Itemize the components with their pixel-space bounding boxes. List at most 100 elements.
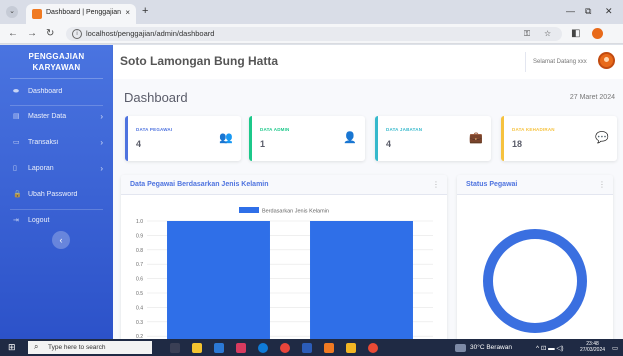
user-cog-icon: 👤 <box>343 132 357 144</box>
browser-tab[interactable]: Dashboard | Penggajian × <box>26 4 136 24</box>
weather-text[interactable]: 30°C Berawan <box>470 344 512 351</box>
address-bar: ← → ↻ i localhost/penggajian/admin/dashb… <box>0 24 623 44</box>
site-info-icon[interactable]: i <box>72 29 82 39</box>
file-explorer-icon[interactable] <box>192 343 202 353</box>
sublime-icon[interactable] <box>346 343 356 353</box>
sidebar-item-transaksi[interactable]: ▭ Transaksi › <box>0 134 113 152</box>
user-greeting[interactable]: Selamat Datang xxx <box>533 59 587 65</box>
bar <box>167 221 270 343</box>
new-tab-button[interactable]: + <box>142 5 148 17</box>
sidepanel-icon[interactable]: ◧ <box>571 27 580 40</box>
taskbar: ⊞ ⌕ Type here to search 30°C Berawan ^ ⊡… <box>0 339 623 356</box>
stat-card-kehadiran[interactable]: DATA KEHADIRAN 18 💬 <box>501 116 617 161</box>
y-tick-label: 0.4 <box>136 305 143 311</box>
tab-search-icon[interactable]: ⌄ <box>6 6 18 18</box>
page-date: 27 Maret 2024 <box>569 94 615 101</box>
chevron-right-icon: › <box>100 164 103 173</box>
users-icon: 👥 <box>219 132 233 144</box>
donut-chart <box>483 229 587 333</box>
windows-start-icon[interactable]: ⊞ <box>8 343 16 352</box>
task-view-icon[interactable] <box>170 343 180 353</box>
briefcase-icon: 💼 <box>469 132 483 144</box>
chevron-right-icon: › <box>100 138 103 147</box>
system-tray-icons[interactable]: ^ ⊡ ▬ ◁) <box>536 344 564 352</box>
y-tick-label: 1.0 <box>136 219 143 225</box>
sidebar-toggle-button[interactable]: ‹ <box>52 231 70 249</box>
main-content: Dashboard 27 Maret 2024 DATA PEGAWAI 4 👥… <box>113 79 623 343</box>
more-options-icon[interactable]: ⋮ <box>598 180 606 189</box>
avatar[interactable] <box>598 52 615 69</box>
sidebar-brand[interactable]: PENGGAJIAN KARYAWAN <box>0 51 113 73</box>
favicon-icon <box>32 9 42 19</box>
taskbar-clock[interactable]: 23:48 27/03/2024 <box>580 341 605 353</box>
legend-label: Berdasarkan Jenis Kelamin <box>262 209 329 215</box>
sidebar-item-laporan[interactable]: ▯ Laporan › <box>0 160 113 178</box>
y-tick-label: 0.3 <box>136 320 143 326</box>
taskbar-search-input[interactable]: ⌕ Type here to search <box>28 341 152 354</box>
sidebar-item-dashboard[interactable]: ⬬ Dashboard <box>0 83 113 101</box>
database-icon: ▤ <box>13 113 20 120</box>
sidebar-item-logout[interactable]: ⇥ Logout <box>0 212 113 230</box>
tab-title: Dashboard | Penggajian <box>46 9 121 16</box>
url-field[interactable]: i localhost/penggajian/admin/dashboard ⚿… <box>66 27 562 41</box>
browser-tab-bar: ⌄ Dashboard | Penggajian × + — ⧉ ✕ <box>0 0 623 24</box>
panel-header: Status Pegawai ⋮ <box>457 175 613 195</box>
chrome-active-icon[interactable] <box>368 343 378 353</box>
divider <box>10 78 103 79</box>
edge-icon[interactable] <box>258 343 268 353</box>
dashboard-icon: ⬬ <box>13 88 19 95</box>
file-icon: ▯ <box>13 165 17 172</box>
bar-panel-title: Data Pegawai Berdasarkan Jenis Kelamin <box>130 181 269 188</box>
chrome-icon[interactable] <box>280 343 290 353</box>
divider <box>10 209 103 210</box>
stat-card-pegawai[interactable]: DATA PEGAWAI 4 👥 <box>125 116 241 161</box>
donut-panel-title: Status Pegawai <box>466 181 518 188</box>
page-title: Dashboard <box>124 90 188 105</box>
divider <box>10 105 103 106</box>
xampp-icon[interactable] <box>324 343 334 353</box>
back-icon[interactable]: ← <box>8 27 18 40</box>
comments-icon: 💬 <box>595 132 609 144</box>
bar-chart: Berdasarkan Jenis Kelamin 1.0 0.9 0.8 0.7 0.6… <box>136 207 433 343</box>
key-icon[interactable]: ⚿ <box>524 29 530 39</box>
notification-icon[interactable]: ▭ <box>612 344 618 352</box>
word-icon[interactable] <box>302 343 312 353</box>
stat-card-jabatan[interactable]: DATA JABATAN 4 💼 <box>375 116 491 161</box>
restore-icon[interactable]: ⧉ <box>585 6 591 17</box>
y-tick-label: 0.8 <box>136 248 143 254</box>
donut-slice <box>483 229 587 333</box>
bar-chart-panel: Data Pegawai Berdasarkan Jenis Kelamin ⋮… <box>121 175 447 343</box>
reload-icon[interactable]: ↻ <box>46 27 54 40</box>
y-tick-label: 0.9 <box>136 233 143 239</box>
lock-icon: 🔒 <box>13 191 22 198</box>
y-tick-label: 0.5 <box>136 291 143 297</box>
chevron-right-icon: › <box>100 112 103 121</box>
logout-icon: ⇥ <box>13 217 19 224</box>
bookmark-star-icon[interactable]: ☆ <box>544 29 551 38</box>
weather-icon[interactable] <box>455 344 466 352</box>
sidebar: PENGGAJIAN KARYAWAN ⬬ Dashboard ▤ Master… <box>0 45 113 339</box>
app-title: Soto Lamongan Bung Hatta <box>120 54 278 68</box>
money-icon: ▭ <box>13 139 20 146</box>
tab-close-icon[interactable]: × <box>125 8 130 17</box>
bar <box>310 221 413 343</box>
donut-chart-panel: Status Pegawai ⋮ <box>457 175 613 343</box>
store-icon[interactable] <box>214 343 224 353</box>
panel-header: Data Pegawai Berdasarkan Jenis Kelamin ⋮ <box>121 175 447 195</box>
minimize-icon[interactable]: — <box>566 6 575 16</box>
url-text[interactable]: localhost/penggajian/admin/dashboard <box>86 29 214 38</box>
y-tick-label: 0.7 <box>136 262 143 268</box>
profile-avatar[interactable] <box>592 28 603 39</box>
more-options-icon[interactable]: ⋮ <box>432 180 440 189</box>
legend-swatch <box>239 207 259 213</box>
forward-icon[interactable]: → <box>27 27 37 40</box>
y-tick-label: 0.6 <box>136 277 143 283</box>
sidebar-item-ubah-password[interactable]: 🔒 Ubah Password <box>0 186 113 204</box>
topbar: Soto Lamongan Bung Hatta Selamat Datang … <box>113 45 623 79</box>
divider <box>525 52 526 72</box>
stat-card-admin[interactable]: DATA ADMIN 1 👤 <box>249 116 365 161</box>
sidebar-item-master-data[interactable]: ▤ Master Data › <box>0 108 113 126</box>
close-window-icon[interactable]: ✕ <box>605 6 613 17</box>
search-icon: ⌕ <box>34 342 39 351</box>
app-icon[interactable] <box>236 343 246 353</box>
